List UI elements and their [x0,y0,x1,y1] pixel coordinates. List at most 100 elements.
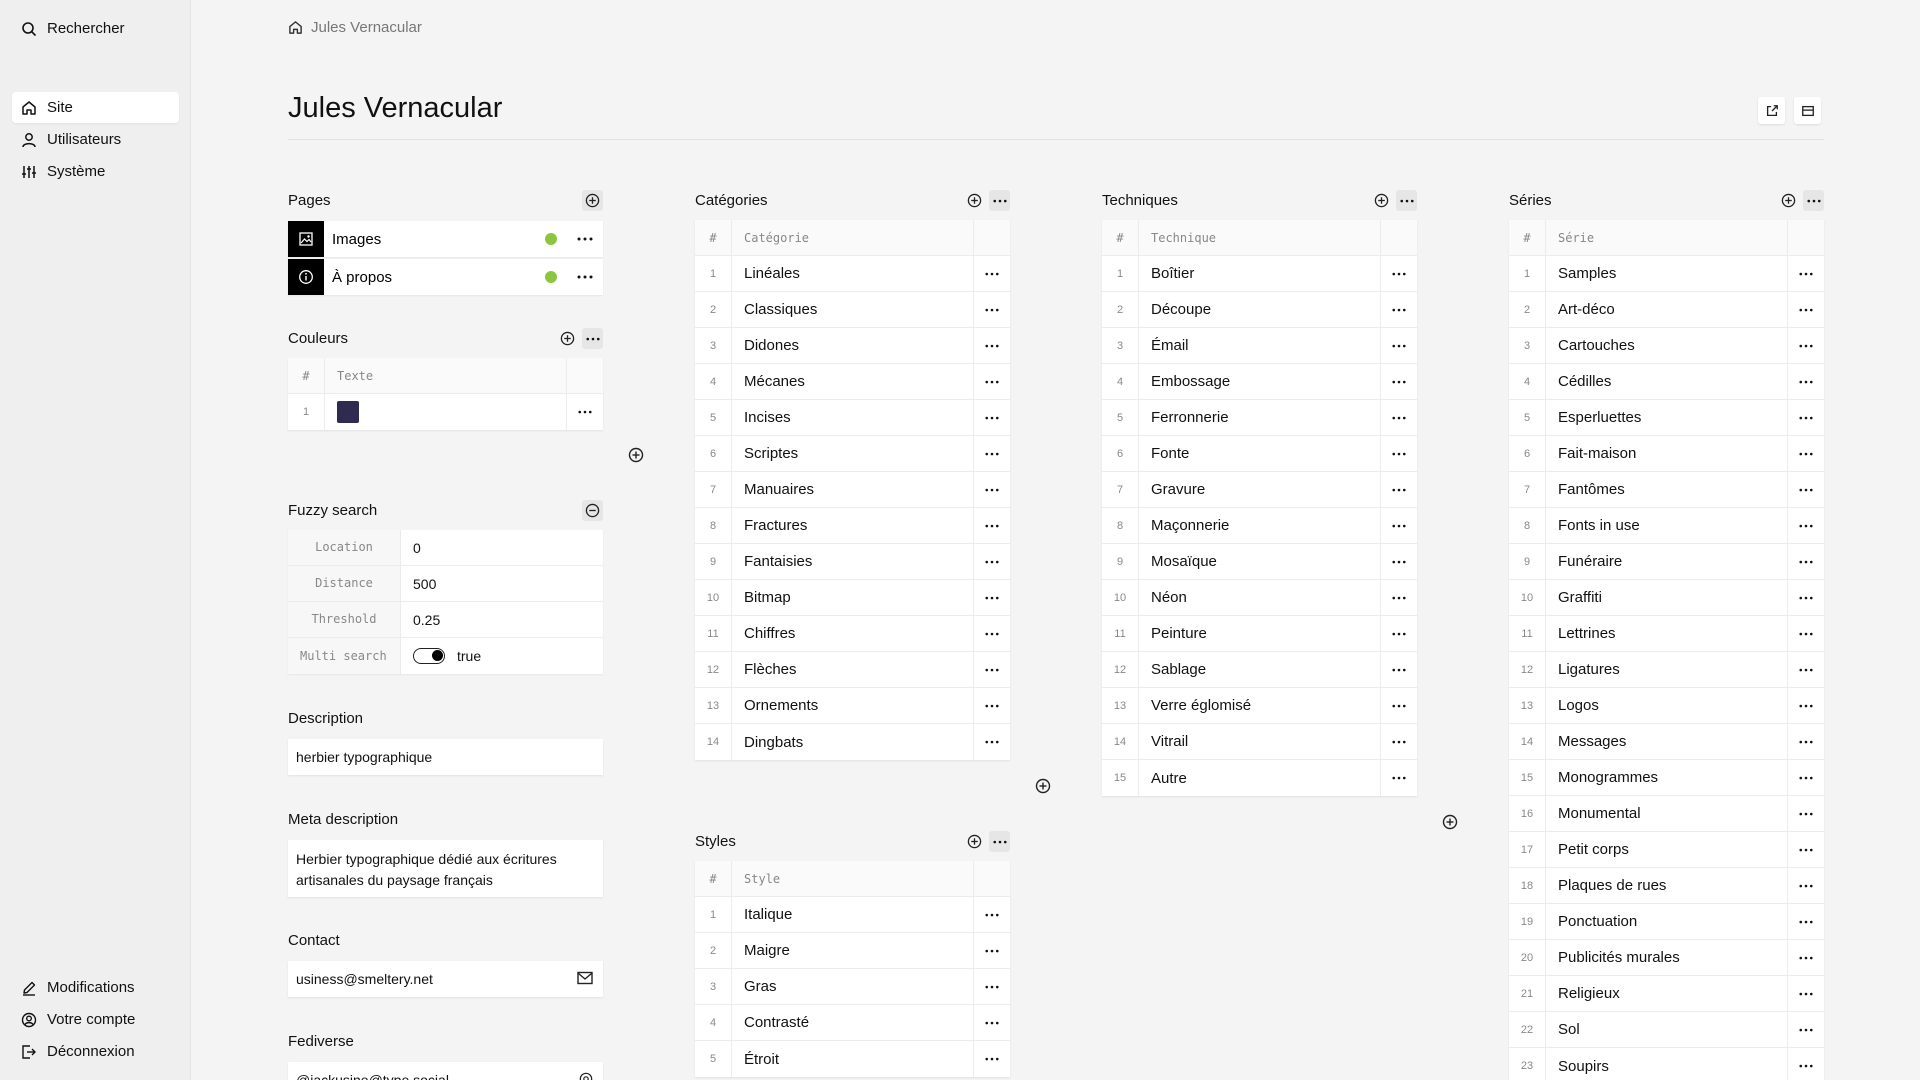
table-row[interactable]: 15 Autre [1102,760,1417,796]
table-row[interactable]: 9 Funéraire [1509,544,1824,580]
table-row[interactable]: 12 Ligatures [1509,652,1824,688]
more-options-button[interactable] [974,400,1010,435]
table-row[interactable]: 2 Classiques [695,292,1010,328]
table-row[interactable]: 9 Mosaïque [1102,544,1417,580]
more-options-button[interactable] [1381,544,1417,579]
table-row[interactable]: 6 Fait-maison [1509,436,1824,472]
fuzzy-location-row[interactable]: Location 0 [288,530,603,566]
table-row[interactable]: 1 [288,394,603,430]
table-row[interactable]: 3 Didones [695,328,1010,364]
more-options-button[interactable] [1381,472,1417,507]
table-row[interactable]: 16 Monumental [1509,796,1824,832]
more-options-button[interactable] [974,436,1010,471]
fuzzy-threshold-row[interactable]: Threshold 0.25 [288,602,603,638]
more-options-button[interactable] [1788,508,1824,543]
table-row[interactable]: 14 Vitrail [1102,724,1417,760]
table-row[interactable]: 8 Fractures [695,508,1010,544]
table-row[interactable]: 8 Fonts in use [1509,508,1824,544]
table-row[interactable]: 22 Sol [1509,1012,1824,1048]
table-row[interactable]: 4 Mécanes [695,364,1010,400]
add-row-button[interactable] [625,444,646,465]
more-options-button[interactable] [1788,580,1824,615]
more-options-button[interactable] [1381,436,1417,471]
open-external-button[interactable] [1758,97,1785,124]
table-row[interactable]: 2 Maigre [695,933,1010,969]
more-options-button[interactable] [1788,400,1824,435]
table-row[interactable]: 15 Monogrammes [1509,760,1824,796]
table-row[interactable]: 1 Linéales [695,256,1010,292]
more-options-button[interactable] [1381,652,1417,687]
table-row[interactable]: 14 Messages [1509,724,1824,760]
add-color-button[interactable] [557,328,578,349]
table-row[interactable]: 1 Samples [1509,256,1824,292]
more-options-button[interactable] [1381,292,1417,327]
table-row[interactable]: 6 Fonte [1102,436,1417,472]
meta-description-textarea[interactable]: Herbier typographique dédié aux écriture… [288,840,603,897]
more-options-button[interactable] [1381,688,1417,723]
more-options-button[interactable] [1788,832,1824,867]
more-options-button[interactable] [1788,328,1824,363]
more-options-button[interactable] [1381,400,1417,435]
table-row[interactable]: 21 Religieux [1509,976,1824,1012]
sidebar-item-logout[interactable]: Déconnexion [12,1036,179,1067]
more-options-button[interactable] [1803,190,1824,211]
add-row-button[interactable] [1439,811,1460,832]
table-row[interactable]: 10 Graffiti [1509,580,1824,616]
more-options-button[interactable] [1788,940,1824,975]
more-options-button[interactable] [1381,364,1417,399]
fuzzy-multi-row[interactable]: Multi search true [288,638,603,674]
more-options-button[interactable] [974,933,1010,968]
more-options-button[interactable] [974,1041,1010,1077]
fediverse-field[interactable]: @jackusine@type.social [288,1062,603,1080]
more-options-button[interactable] [1788,1048,1824,1080]
multi-search-toggle[interactable] [413,648,445,664]
more-options-button[interactable] [567,259,603,295]
sidebar-item-system[interactable]: Système [12,156,179,187]
sidebar-item-account[interactable]: Votre compte [12,1004,179,1035]
table-row[interactable]: 19 Ponctuation [1509,904,1824,940]
more-options-button[interactable] [974,292,1010,327]
more-options-button[interactable] [1381,508,1417,543]
mail-icon[interactable] [577,971,593,985]
table-row[interactable]: 4 Contrasté [695,1005,1010,1041]
at-icon[interactable] [579,1072,593,1080]
table-row[interactable]: 13 Verre églomisé [1102,688,1417,724]
table-row[interactable]: 13 Ornements [695,688,1010,724]
table-row[interactable]: 23 Soupirs [1509,1048,1824,1080]
table-row[interactable]: 13 Logos [1509,688,1824,724]
table-row[interactable]: 5 Esperluettes [1509,400,1824,436]
more-options-button[interactable] [567,394,603,430]
more-options-button[interactable] [1788,724,1824,759]
table-row[interactable]: 11 Chiffres [695,616,1010,652]
table-row[interactable]: 5 Ferronnerie [1102,400,1417,436]
table-row[interactable]: 2 Découpe [1102,292,1417,328]
more-options-button[interactable] [1381,760,1417,796]
more-options-button[interactable] [974,544,1010,579]
more-options-button[interactable] [974,969,1010,1004]
sidebar-item-users[interactable]: Utilisateurs [12,124,179,155]
more-options-button[interactable] [974,724,1010,760]
table-row[interactable]: 12 Sablage [1102,652,1417,688]
more-options-button[interactable] [974,256,1010,291]
table-row[interactable]: 3 Émail [1102,328,1417,364]
more-options-button[interactable] [974,580,1010,615]
more-options-button[interactable] [974,616,1010,651]
table-row[interactable]: 5 Incises [695,400,1010,436]
more-options-button[interactable] [1381,580,1417,615]
table-row[interactable]: 7 Gravure [1102,472,1417,508]
table-row[interactable]: 4 Embossage [1102,364,1417,400]
table-row[interactable]: 10 Néon [1102,580,1417,616]
threshold-input[interactable]: 0.25 [401,602,603,637]
table-row[interactable]: 9 Fantaisies [695,544,1010,580]
more-options-button[interactable] [1381,328,1417,363]
table-row[interactable]: 5 Étroit [695,1041,1010,1077]
more-options-button[interactable] [1788,472,1824,507]
more-options-button[interactable] [974,472,1010,507]
more-options-button[interactable] [974,688,1010,723]
more-options-button[interactable] [974,652,1010,687]
more-options-button[interactable] [1788,436,1824,471]
table-row[interactable]: 10 Bitmap [695,580,1010,616]
sidebar-item-site[interactable]: Site [12,92,179,123]
search-button[interactable]: Rechercher [12,13,179,44]
more-options-button[interactable] [567,221,603,257]
